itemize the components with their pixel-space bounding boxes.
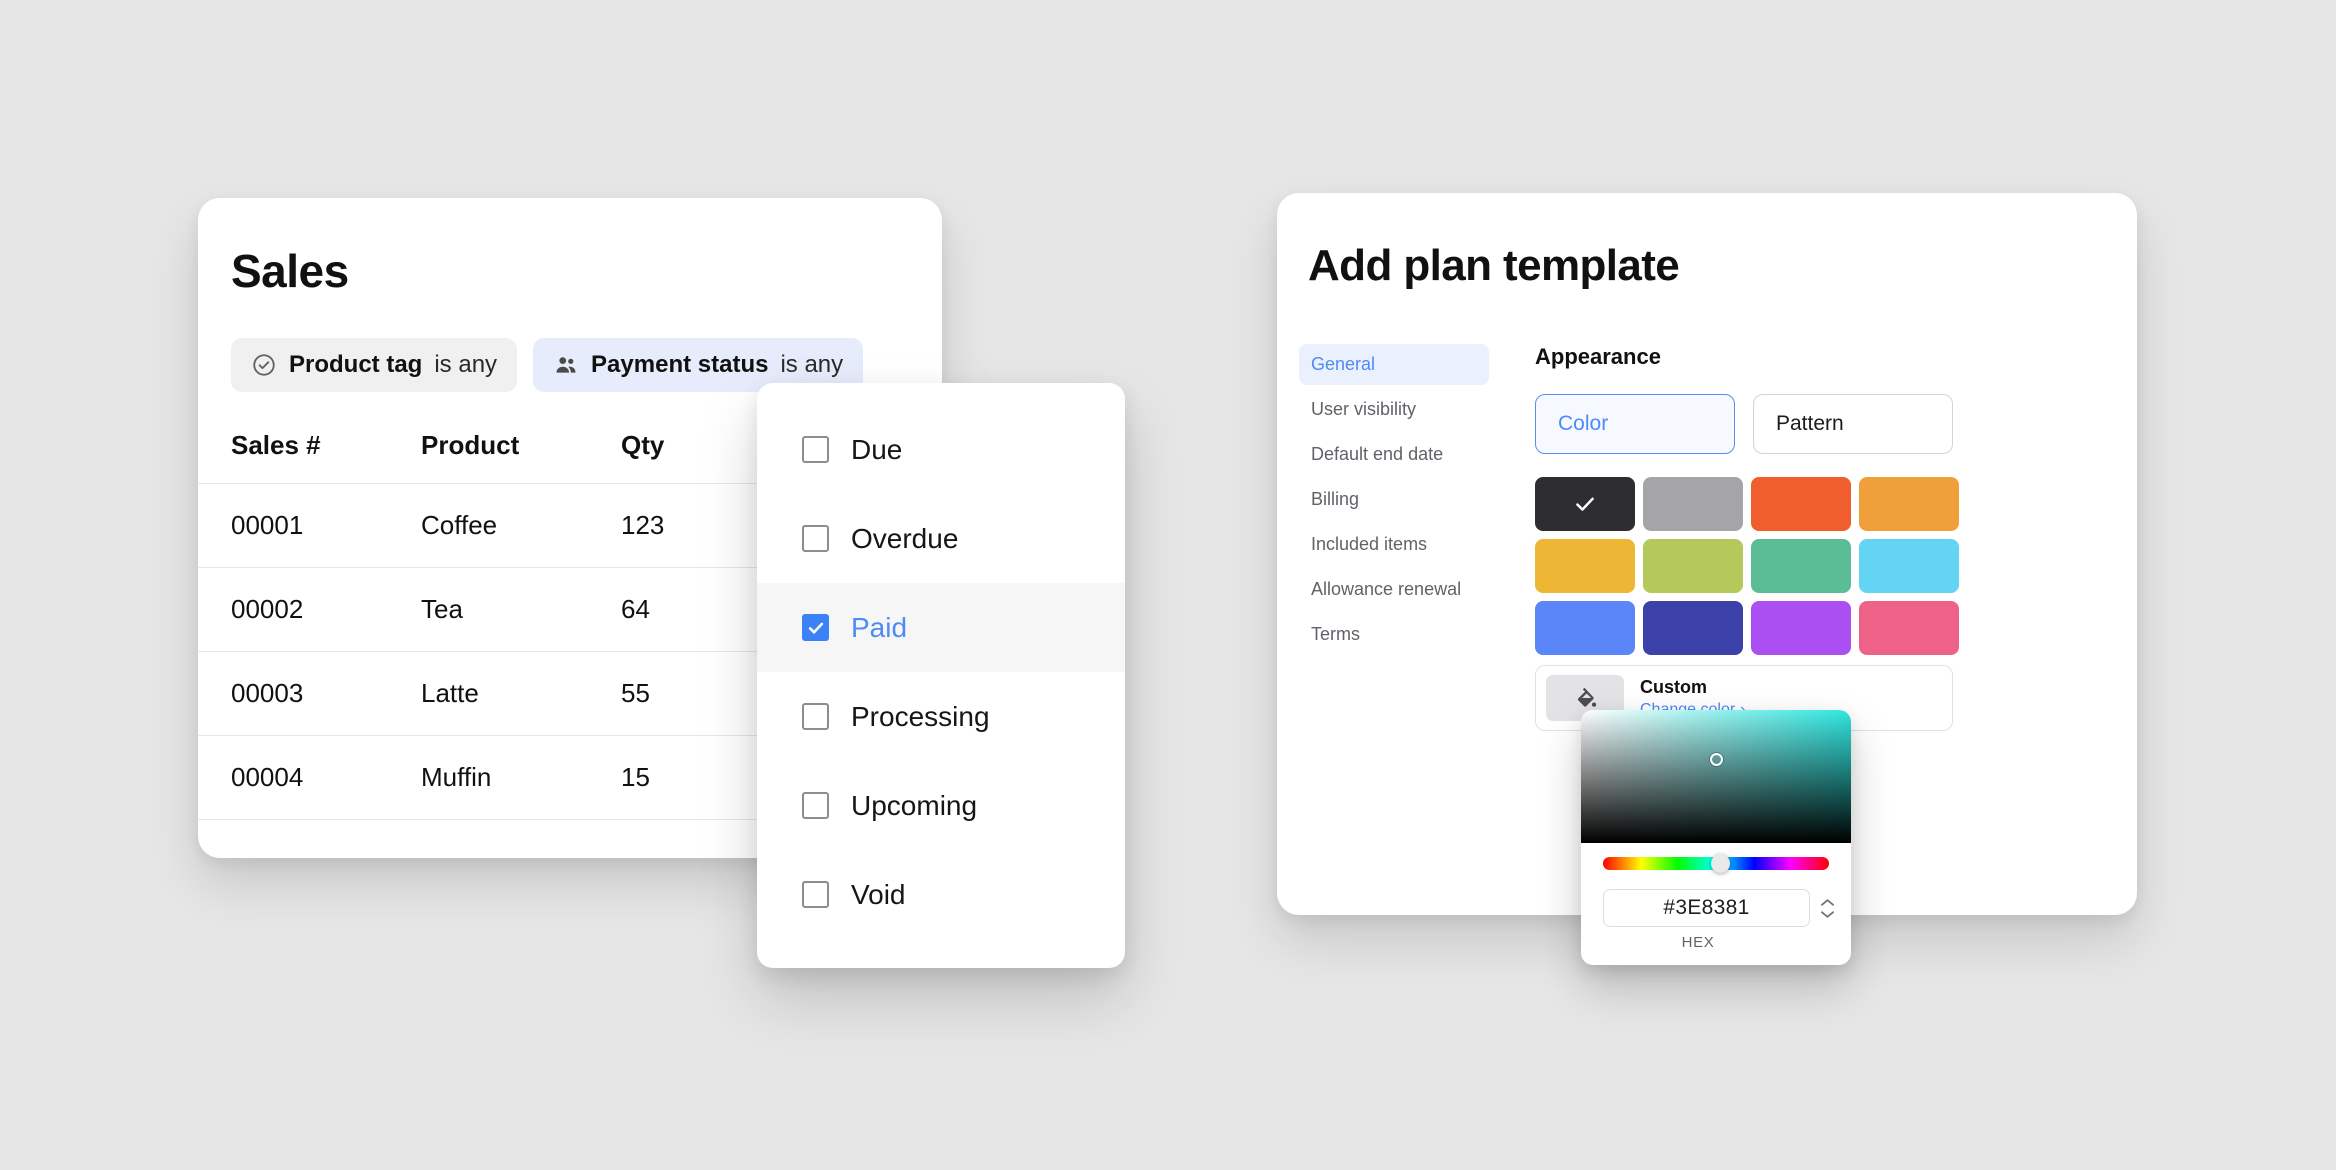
color-swatch[interactable] — [1643, 539, 1743, 593]
color-swatch[interactable] — [1535, 539, 1635, 593]
dropdown-option-due[interactable]: Due — [757, 405, 1125, 494]
page-title: Sales — [231, 245, 349, 297]
sidebar-item-included-items[interactable]: Included items — [1299, 524, 1489, 565]
hue-slider-handle[interactable] — [1711, 854, 1731, 873]
saturation-value-area[interactable] — [1581, 710, 1851, 843]
filter-chip-operator: is any — [780, 351, 844, 378]
plan-body: General User visibility Default end date… — [1277, 344, 2137, 731]
color-swatch-grid — [1535, 477, 2137, 655]
filter-chip-product-tag[interactable]: Product tag is any — [231, 338, 518, 392]
dropdown-option-label: Upcoming — [851, 789, 978, 821]
color-swatch[interactable] — [1751, 477, 1851, 531]
dropdown-option-label: Paid — [851, 611, 908, 643]
checkbox-icon[interactable] — [802, 881, 829, 908]
filter-chip-label: Payment status — [591, 351, 769, 378]
column-header-sales-number[interactable]: Sales # — [198, 430, 388, 484]
dropdown-option-label: Processing — [851, 700, 990, 732]
checkbox-icon[interactable] — [802, 792, 829, 819]
hex-stepper[interactable] — [1820, 898, 1835, 919]
screen-background: Sales Product tag is any Payment status … — [0, 0, 2336, 1170]
dropdown-option-void[interactable]: Void — [757, 850, 1125, 939]
color-swatch[interactable] — [1751, 539, 1851, 593]
color-swatch[interactable] — [1643, 477, 1743, 531]
color-swatch[interactable] — [1535, 601, 1635, 655]
checkbox-icon[interactable] — [802, 436, 829, 463]
color-swatch[interactable] — [1859, 477, 1959, 531]
plan-sidebar-nav: General User visibility Default end date… — [1299, 344, 1489, 731]
cell-product: Tea — [421, 594, 463, 624]
column-header-product[interactable]: Product — [388, 430, 588, 484]
sidebar-item-terms[interactable]: Terms — [1299, 614, 1489, 655]
cell-sales-number: 00001 — [231, 510, 304, 540]
dropdown-option-upcoming[interactable]: Upcoming — [757, 761, 1125, 850]
filter-chip-operator: is any — [434, 351, 498, 378]
cell-product: Muffin — [421, 762, 492, 792]
check-circle-icon — [251, 352, 277, 378]
sidebar-item-allowance-renewal[interactable]: Allowance renewal — [1299, 569, 1489, 610]
appearance-option-pattern[interactable]: Pattern — [1753, 394, 1953, 454]
hex-input-row: #3E8381 — [1581, 870, 1851, 927]
filter-chip-label: Product tag — [289, 351, 423, 378]
checkbox-icon[interactable] — [802, 703, 829, 730]
color-swatch[interactable] — [1859, 539, 1959, 593]
hue-slider[interactable] — [1603, 854, 1829, 873]
color-swatch[interactable] — [1859, 601, 1959, 655]
cell-sales-number: 00004 — [231, 762, 304, 792]
dropdown-option-label: Void — [851, 878, 906, 910]
saturation-value-knob[interactable] — [1710, 753, 1723, 767]
custom-color-name: Custom — [1640, 677, 1707, 697]
sidebar-item-default-end-date[interactable]: Default end date — [1299, 434, 1489, 475]
chevron-up-icon — [1820, 898, 1835, 906]
color-swatch-selected[interactable] — [1535, 477, 1635, 531]
cell-product: Coffee — [421, 510, 498, 540]
sidebar-item-user-visibility[interactable]: User visibility — [1299, 389, 1489, 430]
cell-product: Latte — [421, 678, 479, 708]
dropdown-option-label: Due — [851, 433, 903, 465]
color-swatch[interactable] — [1643, 601, 1743, 655]
color-swatch[interactable] — [1751, 601, 1851, 655]
appearance-section: Appearance Color Pattern Custom — [1489, 344, 2137, 731]
dropdown-option-overdue[interactable]: Overdue — [757, 494, 1125, 583]
checkbox-checked-icon[interactable] — [802, 614, 829, 641]
hue-slider-wrap — [1581, 843, 1851, 873]
section-title-appearance: Appearance — [1535, 344, 1661, 369]
cell-sales-number: 00003 — [231, 678, 304, 708]
payment-status-dropdown: Due Overdue Paid Processing Upcoming Voi… — [757, 383, 1125, 968]
dropdown-option-processing[interactable]: Processing — [757, 672, 1125, 761]
cell-sales-number: 00002 — [231, 594, 304, 624]
appearance-option-color[interactable]: Color — [1535, 394, 1735, 454]
users-icon — [553, 352, 579, 378]
hex-input[interactable]: #3E8381 — [1603, 889, 1810, 927]
check-icon — [1535, 477, 1635, 531]
hex-format-label: HEX — [1681, 934, 1715, 951]
plan-dialog-title: Add plan template — [1308, 241, 1680, 290]
sidebar-item-billing[interactable]: Billing — [1299, 479, 1489, 520]
sidebar-item-general[interactable]: General — [1299, 344, 1489, 385]
checkbox-icon[interactable] — [802, 525, 829, 552]
dropdown-option-paid[interactable]: Paid — [757, 583, 1125, 672]
chevron-down-icon — [1820, 910, 1835, 918]
dropdown-option-label: Overdue — [851, 522, 959, 554]
color-picker-popover: #3E8381 HEX — [1581, 710, 1851, 965]
appearance-type-toggle: Color Pattern — [1535, 394, 2137, 454]
